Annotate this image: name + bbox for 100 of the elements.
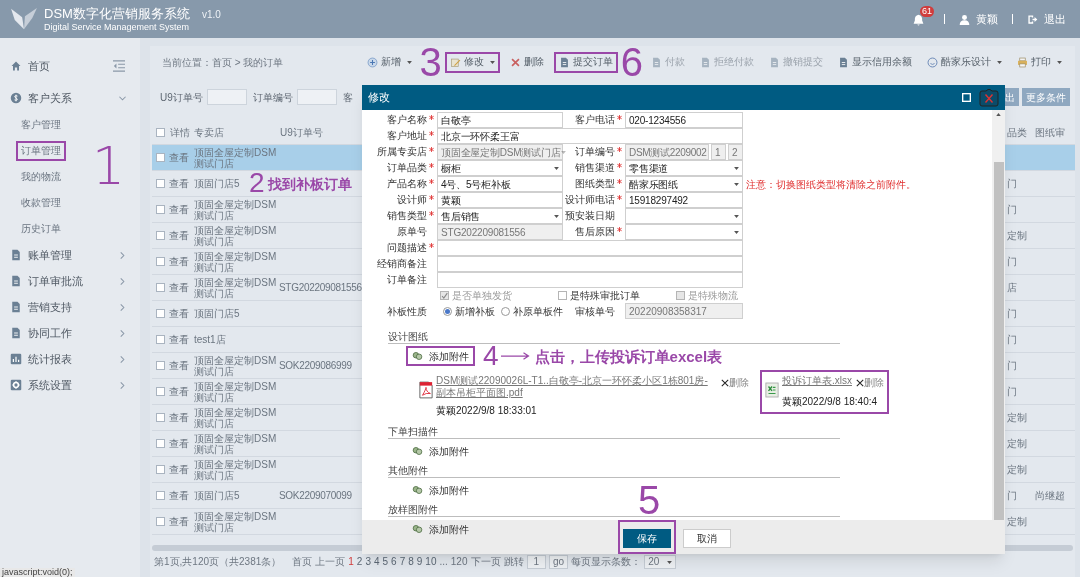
input-field[interactable]: [437, 272, 743, 288]
row-checkbox[interactable]: [155, 335, 165, 344]
add-attachment-button[interactable]: 添加附件: [406, 480, 475, 500]
sidebar-item[interactable]: 系统设置: [0, 372, 140, 398]
scrollbar-thumb[interactable]: [993, 162, 1004, 520]
user-name[interactable]: 黄颖: [976, 10, 998, 28]
row-checkbox[interactable]: [155, 387, 165, 396]
view-link[interactable]: 查看: [168, 514, 192, 529]
row-checkbox[interactable]: [155, 309, 165, 318]
radio-button[interactable]: [501, 306, 510, 316]
radio-button[interactable]: [443, 306, 452, 316]
row-checkbox[interactable]: [155, 517, 165, 526]
sidebar-item[interactable]: 协同工作: [0, 320, 140, 346]
submenu-item[interactable]: 订单管理: [16, 141, 66, 161]
row-checkbox[interactable]: [155, 439, 165, 448]
toolbar-button[interactable]: 酷家乐设计: [922, 51, 1007, 73]
toolbar-button[interactable]: 打印: [1012, 51, 1067, 73]
cancel-button[interactable]: 取消: [683, 529, 731, 548]
view-link[interactable]: 查看: [168, 436, 192, 451]
input-field[interactable]: 白敬亭: [437, 112, 563, 128]
page-link[interactable]: 5: [382, 557, 389, 567]
page-link[interactable]: 8: [408, 557, 414, 567]
input-field[interactable]: 20220908358317: [625, 303, 743, 319]
previous-page-link[interactable]: 上一页: [315, 557, 346, 567]
view-link[interactable]: 查看: [168, 462, 192, 477]
input-field[interactable]: [437, 256, 743, 272]
row-checkbox[interactable]: [155, 465, 165, 474]
add-attachment-button[interactable]: 添加附件: [406, 519, 475, 539]
input-field[interactable]: 020-1234556: [625, 112, 743, 128]
view-link[interactable]: 查看: [168, 488, 192, 503]
view-link[interactable]: 查看: [168, 280, 192, 295]
checkbox[interactable]: [558, 291, 567, 300]
toolbar-button[interactable]: 删除: [504, 51, 549, 73]
row-checkbox[interactable]: [155, 413, 165, 422]
add-attachment-button[interactable]: 添加附件: [406, 346, 475, 366]
row-checkbox[interactable]: [155, 491, 165, 500]
input-field[interactable]: 黄颖: [437, 192, 563, 208]
input-field[interactable]: [437, 240, 743, 256]
view-link[interactable]: 查看: [168, 254, 192, 269]
view-link[interactable]: 查看: [168, 202, 192, 217]
select-field[interactable]: [625, 224, 743, 240]
page-link[interactable]: 10: [425, 557, 437, 567]
sidebar-item[interactable]: 订单审批流: [0, 268, 140, 294]
page-size-select[interactable]: 20: [644, 555, 677, 569]
delete-link[interactable]: 删除: [721, 375, 749, 390]
search-field[interactable]: [296, 89, 337, 105]
select-field[interactable]: 橱柜: [437, 160, 563, 176]
submenu-item[interactable]: 我的物流: [16, 167, 66, 187]
select-field[interactable]: 酷家乐图纸: [625, 176, 743, 192]
search-button[interactable]: 更多条件: [1022, 88, 1070, 106]
logout-link[interactable]: 退出: [1044, 10, 1066, 28]
page-link[interactable]: 3: [365, 557, 371, 567]
page-input[interactable]: 1: [526, 555, 547, 569]
search-field[interactable]: [206, 89, 247, 105]
file-link[interactable]: 投诉订单表.xlsx: [782, 375, 852, 387]
select-field[interactable]: 售后销售: [437, 208, 563, 224]
delete-link[interactable]: 删除: [856, 375, 884, 390]
select-field[interactable]: [625, 208, 743, 224]
view-link[interactable]: 查看: [168, 228, 192, 243]
maximize-icon[interactable]: [962, 93, 971, 102]
select-field[interactable]: 零售渠道: [625, 160, 743, 176]
input-field[interactable]: 15918297492: [625, 192, 743, 208]
go-button[interactable]: go: [549, 555, 569, 569]
add-attachment-button[interactable]: 添加附件: [406, 441, 475, 461]
view-link[interactable]: 查看: [168, 176, 192, 191]
sidebar-item[interactable]: 首页: [0, 48, 140, 84]
submenu-item[interactable]: 历史订单: [16, 219, 66, 239]
row-checkbox[interactable]: [155, 153, 165, 162]
submenu-item[interactable]: 收款管理: [16, 193, 66, 213]
page-link[interactable]: 4: [373, 557, 380, 567]
input-field[interactable]: 4号、5号柜补板: [437, 176, 563, 192]
row-checkbox[interactable]: [155, 257, 165, 266]
row-checkbox[interactable]: [155, 361, 165, 370]
row-checkbox[interactable]: [155, 231, 165, 240]
sidebar-item[interactable]: 统计报表: [0, 346, 140, 372]
toolbar-button[interactable]: 新增: [361, 51, 417, 73]
view-link[interactable]: 查看: [168, 358, 192, 373]
next-page-link[interactable]: 下一页: [470, 557, 501, 567]
first-page-link[interactable]: 首页: [292, 557, 313, 567]
sidebar-item[interactable]: 账单管理: [0, 242, 140, 268]
view-link[interactable]: 查看: [168, 410, 192, 425]
save-button[interactable]: 保存: [623, 529, 671, 548]
view-link[interactable]: 查看: [168, 332, 192, 347]
file-link[interactable]: DSM测试22090026L-T1..白敬亭-北京一环怀柔小区1栋801房-副本吊柜平面图.pdf: [436, 375, 717, 399]
row-checkbox[interactable]: [155, 179, 165, 188]
page-link[interactable]: 6: [391, 557, 397, 567]
input-field[interactable]: 北京一环怀柔王富: [437, 128, 743, 144]
page-link[interactable]: 1: [348, 557, 354, 567]
view-link[interactable]: 查看: [168, 384, 192, 399]
row-checkbox[interactable]: [155, 283, 165, 292]
scroll-up-icon[interactable]: [996, 113, 1001, 116]
row-checkbox[interactable]: [155, 205, 165, 214]
close-icon[interactable]: [979, 88, 999, 107]
submenu-item[interactable]: 客户管理: [16, 115, 66, 135]
view-link[interactable]: 查看: [168, 150, 192, 165]
page-link[interactable]: 9: [416, 557, 423, 567]
toolbar-button[interactable]: 显示信用余额: [833, 51, 917, 73]
toolbar-button[interactable]: 提交订单: [553, 51, 618, 73]
page-link[interactable]: 120: [450, 557, 468, 567]
select-all-checkbox[interactable]: [155, 127, 165, 137]
